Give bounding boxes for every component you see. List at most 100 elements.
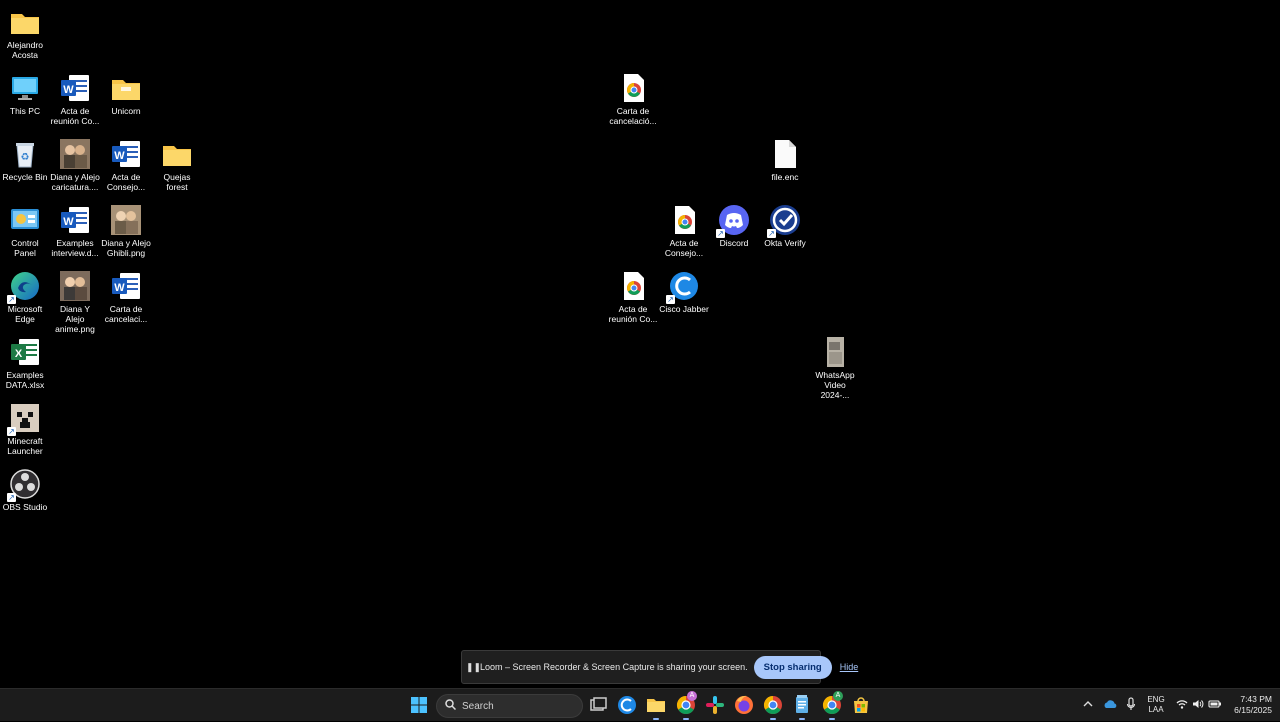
volume-icon	[1192, 699, 1204, 712]
wifi-icon	[1176, 699, 1188, 712]
clock-time: 7:43 PM	[1240, 694, 1272, 704]
desktop-icon-cisco-jabber[interactable]: ↗ Cisco Jabber	[659, 270, 709, 314]
shortcut-arrow-icon: ↗	[7, 427, 16, 436]
desktop-icon-obs-studio[interactable]: ↗ OBS Studio	[0, 468, 50, 512]
loom-sharing-bar: ❚❚ Loom – Screen Recorder & Screen Captu…	[461, 650, 858, 684]
recycle-bin-icon: ♻	[9, 138, 41, 170]
shortcut-arrow-icon: ↗	[716, 229, 725, 238]
control-panel-icon	[9, 204, 41, 236]
start-button[interactable]	[407, 693, 431, 717]
word-icon: W	[110, 270, 142, 302]
firefox-icon	[735, 695, 753, 714]
desktop-icon-microsoft-edge[interactable]: ↗ Microsoft Edge	[0, 270, 50, 324]
keyboard-layout-code: LAA	[1148, 705, 1164, 714]
slack-icon	[706, 696, 724, 714]
taskbar-notepad[interactable]	[790, 693, 814, 720]
desktop-icon-minecraft-launcher[interactable]: ↗ Minecraft Launcher	[0, 402, 50, 456]
taskbar-file-explorer[interactable]	[644, 693, 668, 720]
desktop-icon-quejas-forest[interactable]: Quejas forest	[152, 138, 202, 192]
word-icon: W	[59, 72, 91, 104]
desktop-icon-this-pc[interactable]: This PC	[0, 72, 50, 116]
taskbar-firefox[interactable]	[732, 693, 756, 717]
taskbar-search-box[interactable]: Search	[436, 694, 583, 718]
chrome-document-icon	[617, 72, 649, 104]
svg-text:W: W	[63, 216, 74, 228]
taskbar-cisco-jabber[interactable]	[615, 693, 639, 717]
desktop-icon-alejandro-acosta[interactable]: Alejandro Acosta	[0, 6, 50, 60]
taskbar-slack[interactable]	[703, 693, 727, 717]
folder-icon	[161, 138, 193, 170]
microphone-tray[interactable]	[1123, 689, 1139, 721]
taskbar-microsoft-store[interactable]	[849, 693, 873, 717]
desktop-icon-acta-consejo-chrome[interactable]: Acta de Consejo...	[659, 204, 709, 258]
show-hidden-icons-button[interactable]	[1080, 689, 1096, 721]
clock[interactable]: 7:43 PM 6/15/2025	[1226, 689, 1272, 721]
notepad-icon	[796, 695, 808, 713]
chrome-document-icon	[617, 270, 649, 302]
microphone-icon	[1126, 696, 1136, 714]
desktop-icon-acta-consejo-word[interactable]: W Acta de Consejo...	[101, 138, 151, 192]
shortcut-arrow-icon: ↗	[7, 295, 16, 304]
desktop-icon-unicorn[interactable]: Unicorn	[101, 72, 151, 116]
word-icon: W	[110, 138, 142, 170]
folder-icon	[9, 6, 41, 38]
desktop-icon-carta-cancelacion-chrome[interactable]: Carta de cancelació...	[608, 72, 658, 126]
obs-icon: ↗	[7, 468, 41, 502]
cisco-jabber-icon: ↗	[666, 270, 700, 304]
shortcut-arrow-icon: ↗	[666, 295, 675, 304]
blank-file-icon	[769, 138, 801, 170]
language-code: ENG	[1147, 695, 1165, 704]
svg-text:W: W	[114, 282, 125, 294]
desktop-icon-diana-alejo-caricatura[interactable]: Diana y Alejo caricatura....	[50, 138, 100, 192]
clock-date: 6/15/2025	[1234, 705, 1272, 715]
onedrive-cloud-icon	[1103, 699, 1117, 712]
chrome-profile-badge: A	[833, 691, 843, 701]
taskbar: Search A A ENG LAA 7:43 PM 6/15/2025	[0, 688, 1280, 721]
microsoft-store-icon	[854, 697, 868, 713]
desktop-icon-whatsapp-video[interactable]: WhatsApp Video 2024-...	[810, 336, 860, 400]
desktop-icon-examples-interview[interactable]: W Examples interview.d...	[50, 204, 100, 258]
desktop-icon-okta-verify[interactable]: ↗ Okta Verify	[760, 204, 810, 248]
svg-text:X: X	[15, 348, 23, 360]
network-volume-battery-tray[interactable]	[1173, 689, 1225, 721]
desktop-icon-file-enc[interactable]: file.enc	[760, 138, 810, 182]
shortcut-arrow-icon: ↗	[767, 229, 776, 238]
image-thumbnail-icon	[110, 204, 142, 236]
taskbar-chrome[interactable]	[761, 693, 785, 720]
desktop-icon-diana-alejo-anime[interactable]: Diana Y Alejo anime.png	[50, 270, 100, 334]
chevron-up-icon	[1083, 699, 1093, 712]
svg-text:♻: ♻	[21, 152, 30, 163]
desktop-icon-acta-reunion-chrome[interactable]: Acta de reunión Co...	[608, 270, 658, 324]
chrome-icon	[763, 696, 782, 715]
desktop-icon-recycle-bin[interactable]: ♻ Recycle Bin	[0, 138, 50, 182]
task-view-icon	[590, 697, 607, 711]
task-view-button[interactable]	[586, 693, 610, 717]
chrome-profile-badge: A	[687, 691, 697, 701]
desktop-icon-acta-reunion-word[interactable]: W Acta de reunión Co...	[50, 72, 100, 126]
battery-icon	[1208, 699, 1222, 712]
excel-icon: X	[9, 336, 41, 368]
edge-icon: ↗	[7, 270, 41, 304]
discord-icon: ↗	[716, 204, 750, 238]
language-indicator[interactable]: ENG LAA	[1142, 689, 1170, 721]
folder-icon	[110, 72, 142, 104]
desktop-icon-examples-data[interactable]: X Examples DATA.xlsx	[0, 336, 50, 390]
desktop-icon-control-panel[interactable]: Control Panel	[0, 204, 50, 258]
computer-icon	[9, 72, 41, 104]
desktop-icon-discord[interactable]: ↗ Discord	[709, 204, 759, 248]
image-thumbnail-icon	[59, 138, 91, 170]
pause-icon[interactable]: ❚❚	[466, 662, 481, 673]
hide-link[interactable]: Hide	[840, 662, 859, 672]
taskbar-chrome-profile[interactable]: A	[674, 691, 698, 720]
taskbar-chrome-profile-2[interactable]: A	[820, 691, 844, 720]
stop-sharing-button[interactable]: Stop sharing	[753, 655, 832, 679]
onedrive-tray[interactable]	[1101, 689, 1119, 721]
search-icon	[445, 699, 457, 713]
search-placeholder: Search	[462, 700, 494, 712]
desktop-icon-carta-cancelacion-word[interactable]: W Carta de cancelaci...	[101, 270, 151, 324]
svg-text:W: W	[63, 84, 74, 96]
shortcut-arrow-icon: ↗	[7, 493, 16, 502]
image-thumbnail-icon	[59, 270, 91, 302]
desktop-icon-diana-alejo-ghibli[interactable]: Diana y Alejo Ghibli.png	[101, 204, 151, 258]
svg-text:W: W	[114, 150, 125, 162]
